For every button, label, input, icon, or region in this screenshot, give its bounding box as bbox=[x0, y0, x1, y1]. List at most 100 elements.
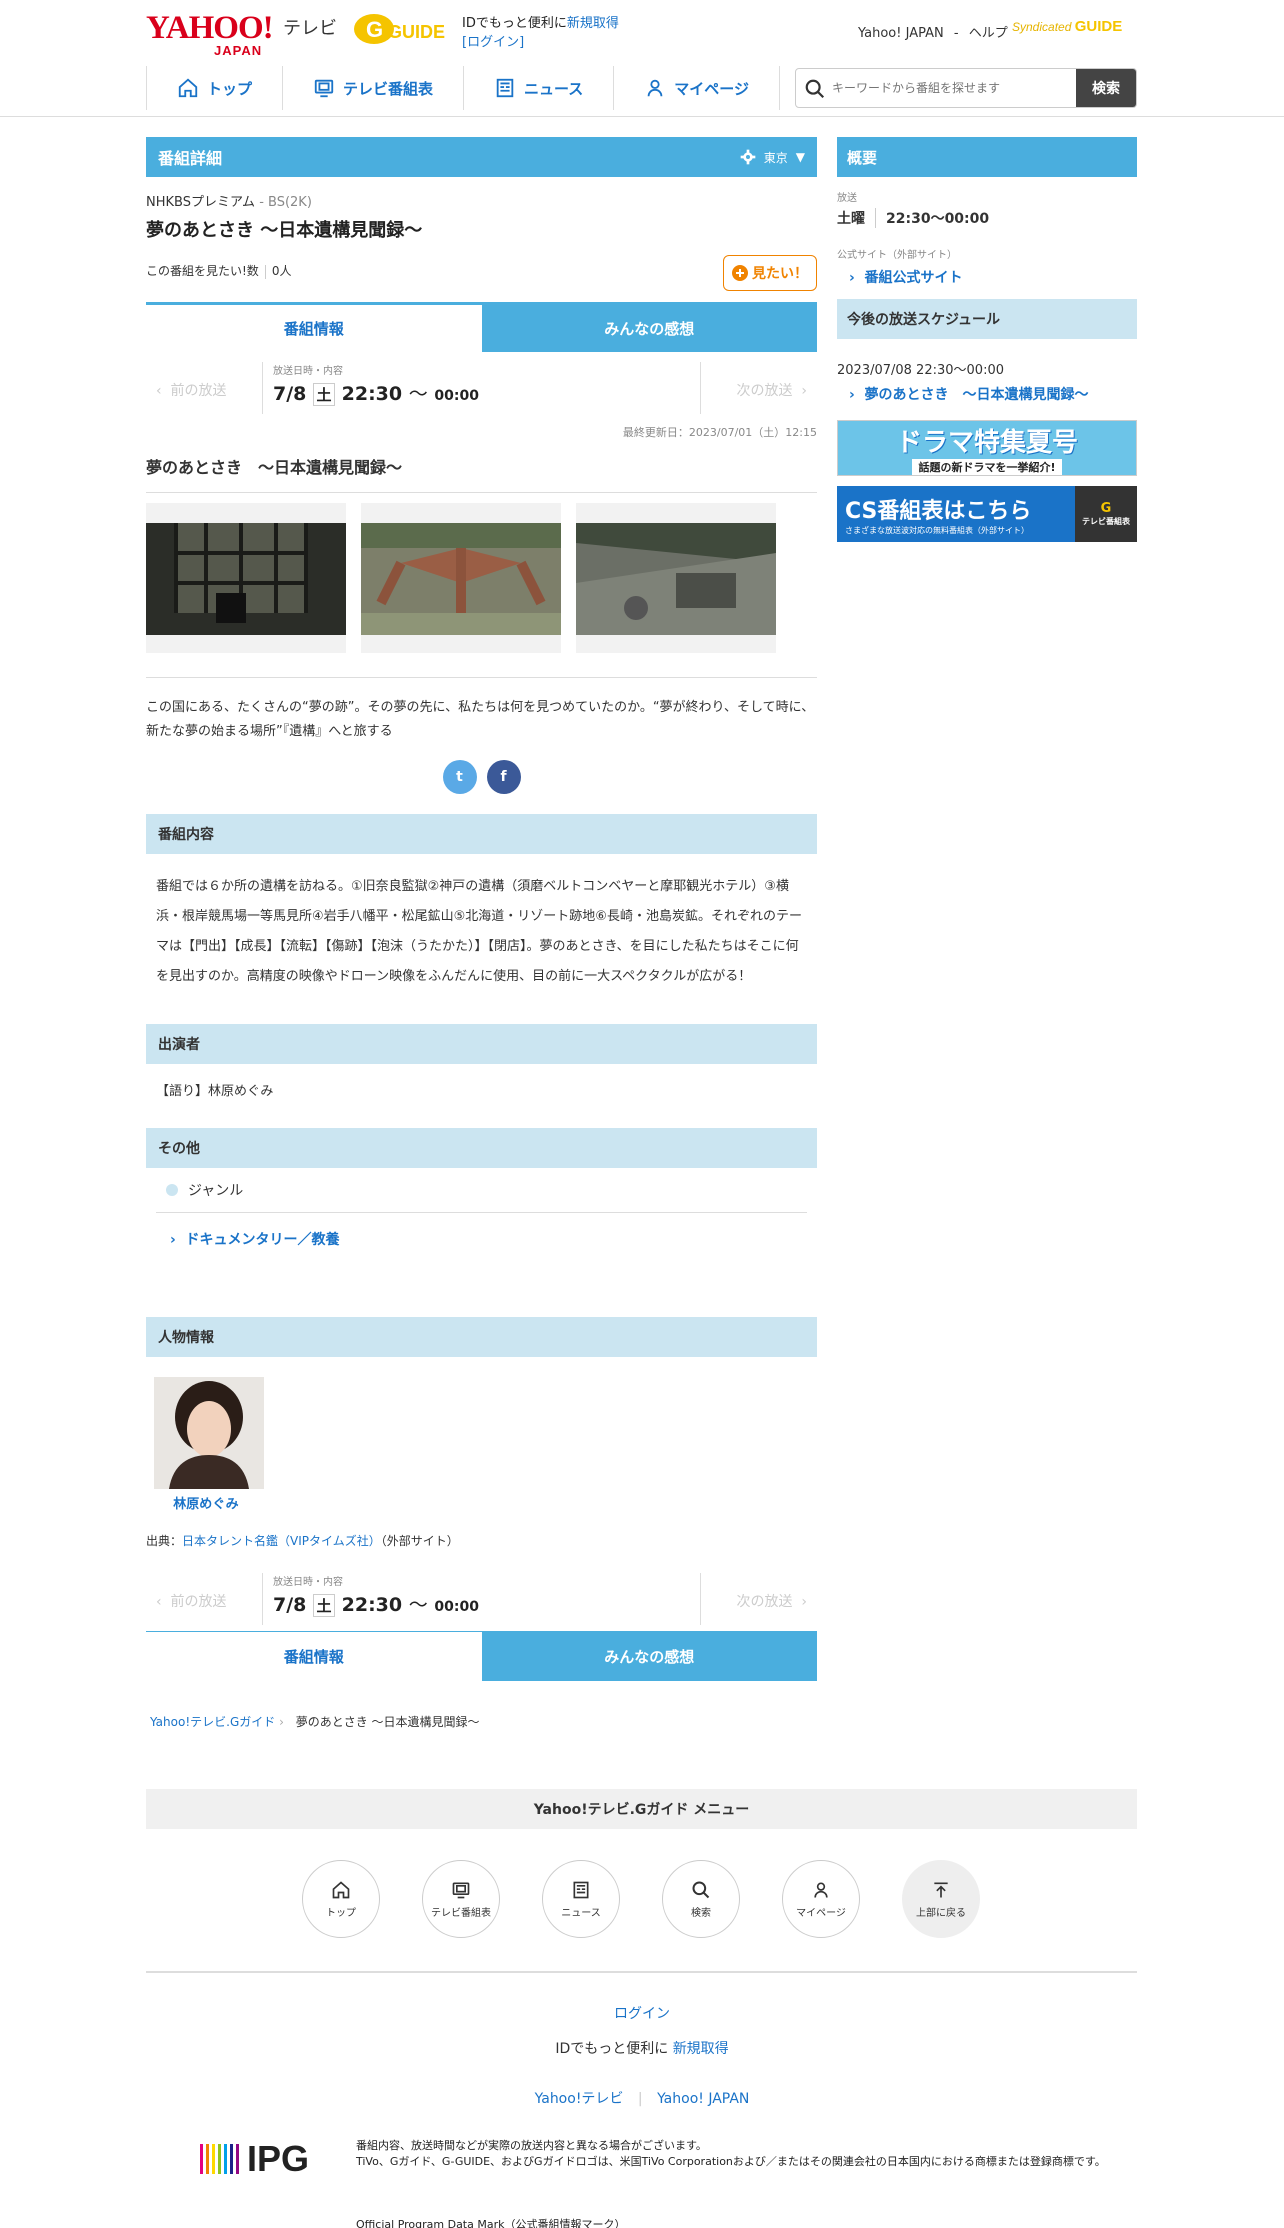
person-photo bbox=[153, 1377, 264, 1489]
tab-impressions-bottom[interactable]: みんなの感想 bbox=[481, 1632, 817, 1681]
section-content-heading: 番組内容 bbox=[146, 814, 817, 854]
thumbnail-image-3 bbox=[576, 523, 776, 635]
nav-top[interactable]: トップ bbox=[146, 66, 282, 110]
genre-link[interactable]: › ドキュメンタリー／教養 bbox=[146, 1213, 817, 1265]
chevron-left-icon: ‹ bbox=[156, 383, 162, 399]
syndicated-logo: Syndicated GUIDE bbox=[1012, 18, 1123, 35]
footer-back-to-top-button[interactable]: 上部に戻る bbox=[902, 1860, 980, 1938]
thumbnail-3[interactable] bbox=[576, 503, 776, 653]
id-promo: IDでもっと便利に新規取得 [ログイン] bbox=[462, 14, 619, 52]
prev-broadcast[interactable]: ‹ 前の放送 bbox=[156, 380, 227, 400]
login-link[interactable]: [ログイン] bbox=[462, 35, 524, 50]
cast-text: 【語り】林原めぐみ bbox=[156, 1084, 274, 1099]
facebook-icon[interactable]: f bbox=[486, 760, 521, 794]
home-icon bbox=[178, 78, 198, 98]
thumbnail-1[interactable] bbox=[146, 503, 346, 653]
user-icon bbox=[647, 79, 663, 97]
tab-program-info-bottom[interactable]: 番組情報 bbox=[146, 1632, 482, 1681]
episode-subtitle: 夢のあとさき 〜日本遺構見聞録〜 bbox=[146, 454, 817, 493]
nav-tv-guide-label: テレビ番組表 bbox=[343, 79, 434, 98]
prev-broadcast-bottom[interactable]: ‹ 前の放送 bbox=[156, 1591, 227, 1611]
section-cast-heading: 出演者 bbox=[146, 1024, 817, 1064]
thumbnail-2[interactable] bbox=[361, 503, 561, 653]
nav-mypage[interactable]: マイページ bbox=[613, 66, 780, 110]
footer-disclaimer: 番組内容、放送時間などが実際の放送内容と異なる場合がございます。 TiVo、Gガ… bbox=[356, 2139, 1106, 2168]
breadcrumb-separator-icon: › bbox=[279, 1715, 284, 1729]
summary-heading: 概要 bbox=[837, 137, 1137, 177]
broadcast-label: 放送日時・内容 bbox=[273, 366, 343, 377]
breadcrumb-current: 夢のあとさき 〜日本遺構見聞録〜 bbox=[295, 1715, 480, 1729]
svg-text:GUIDE: GUIDE bbox=[388, 22, 445, 42]
news-icon bbox=[496, 78, 514, 98]
search-button[interactable]: 検索 bbox=[1076, 69, 1136, 107]
thumbnail-image-1 bbox=[146, 523, 346, 635]
main-nav: トップ テレビ番組表 ニュース マイページ bbox=[146, 66, 780, 110]
footer-yahoo-japan-link[interactable]: Yahoo! JAPAN bbox=[657, 2091, 749, 2107]
plus-circle-icon bbox=[732, 265, 748, 281]
footer-search-button[interactable]: 検索 bbox=[662, 1860, 740, 1938]
broadcast-divider-bottom bbox=[700, 1573, 701, 1625]
footer-top-button[interactable]: トップ bbox=[302, 1860, 380, 1938]
next-broadcast[interactable]: 次の放送 › bbox=[736, 380, 807, 400]
footer-divider bbox=[146, 1971, 1137, 1973]
tab-impressions[interactable]: みんなの感想 bbox=[481, 305, 817, 352]
region-selector[interactable]: 東京 ▼ bbox=[740, 149, 805, 166]
cs-banner[interactable]: CS番組表はこちら さまざまな放送波対応の無料番組表（外部サイト） G テレビ番組… bbox=[837, 486, 1137, 542]
person-card[interactable]: 林原めぐみ bbox=[146, 1377, 266, 1512]
svg-text:G: G bbox=[366, 17, 383, 42]
signup-link[interactable]: 新規取得 bbox=[567, 16, 619, 31]
home-icon bbox=[332, 1880, 350, 1898]
nav-tv-guide[interactable]: テレビ番組表 bbox=[282, 66, 463, 110]
broadcast-nav: ‹ 前の放送 放送日時・内容 7/8 土 22:30 〜 00:00 次の放送 … bbox=[146, 360, 817, 420]
broadcast-time: 7/8 土 22:30 〜 00:00 bbox=[273, 383, 479, 406]
main-content: 番組詳細 東京 ▼ NHKBSプレミアム - BS(2K) 夢のあとさき 〜日本… bbox=[146, 137, 817, 1730]
footer-tv-guide-button[interactable]: テレビ番組表 bbox=[422, 1860, 500, 1938]
source-link[interactable]: 日本タレント名鑑（VIPタイムズ社） bbox=[182, 1534, 381, 1548]
official-site-link[interactable]: › 番組公式サイト bbox=[837, 267, 1137, 287]
header: YAHOO! JAPAN テレビ G GUIDE IDでもっと便利に新規取得 [ロ… bbox=[0, 0, 1284, 117]
footer-signup-link[interactable]: 新規取得 bbox=[673, 2041, 729, 2057]
header-links: Yahoo! JAPAN - ヘルプ bbox=[858, 22, 1008, 41]
drama-banner[interactable]: ドラマ特集夏号 話題の新ドラマを一挙紹介! bbox=[837, 420, 1137, 476]
breadcrumb-home[interactable]: Yahoo!テレビ.Gガイド bbox=[150, 1715, 275, 1729]
broadcast-label-side: 放送 bbox=[837, 193, 857, 204]
footer-news-button[interactable]: ニュース bbox=[542, 1860, 620, 1938]
search-box: 検索 bbox=[795, 68, 1137, 108]
footer-menu-heading: Yahoo!テレビ.Gガイド メニュー bbox=[146, 1789, 1137, 1829]
broadcast-divider bbox=[700, 362, 701, 414]
share-buttons: t f bbox=[146, 760, 817, 794]
id-text: IDでもっと便利に bbox=[462, 16, 567, 31]
cs-banner-sub: さまざまな放送波対応の無料番組表（外部サイト） bbox=[845, 525, 1029, 535]
want-count: 0人 bbox=[271, 264, 292, 278]
last-updated: 最終更新日：2023/07/01（土）12:15 bbox=[622, 426, 817, 439]
tv-logo-text[interactable]: テレビ bbox=[283, 14, 337, 40]
tv-icon bbox=[452, 1882, 470, 1898]
broadcast-nav-bottom: ‹ 前の放送 放送日時・内容 7/8 土 22:30 〜 00:00 次の放送 … bbox=[146, 1571, 817, 1631]
yahoo-japan-link[interactable]: Yahoo! JAPAN bbox=[858, 26, 944, 41]
footer-login-link[interactable]: ログイン bbox=[614, 2006, 670, 2022]
footer-links: Yahoo!テレビ | Yahoo! JAPAN bbox=[534, 2091, 750, 2107]
sidebar: 概要 放送 土曜 22:30〜00:00 公式サイト（外部サイト） › 番組公式サ… bbox=[837, 137, 1137, 542]
schedule-heading: 今後の放送スケジュール bbox=[837, 299, 1137, 339]
g-guide-logo[interactable]: G GUIDE bbox=[352, 12, 448, 46]
nav-news[interactable]: ニュース bbox=[463, 66, 613, 110]
want-button-label: 見たい！ bbox=[752, 266, 808, 282]
want-button[interactable]: 見たい！ bbox=[723, 255, 817, 291]
tab-program-info[interactable]: 番組情報 bbox=[146, 305, 482, 352]
twitter-icon[interactable]: t bbox=[442, 760, 477, 794]
schedule-link[interactable]: › 夢のあとさき 〜日本遺構見聞録〜 bbox=[837, 384, 1137, 404]
tab-bar-top: 番組情報 みんなの感想 bbox=[146, 302, 817, 352]
arrow-up-icon bbox=[934, 1882, 948, 1897]
want-row: この番組を見たい!数 0人 見たい！ bbox=[146, 255, 817, 291]
section-person-heading: 人物情報 bbox=[146, 1317, 817, 1357]
next-broadcast-bottom[interactable]: 次の放送 › bbox=[736, 1591, 807, 1611]
ipg-bars-icon bbox=[200, 2144, 239, 2174]
footer-mypage-button[interactable]: マイページ bbox=[782, 1860, 860, 1938]
footer-yahoo-tv-link[interactable]: Yahoo!テレビ bbox=[535, 2091, 624, 2107]
channel: NHKBSプレミアム - BS(2K) bbox=[146, 191, 817, 210]
search-input[interactable] bbox=[832, 69, 1072, 107]
channel-sub: - BS(2K) bbox=[259, 195, 312, 210]
detail-header: 番組詳細 東京 ▼ bbox=[146, 137, 817, 177]
help-link[interactable]: ヘルプ bbox=[969, 26, 1008, 41]
yahoo-japan-logo[interactable]: YAHOO! JAPAN bbox=[146, 12, 274, 59]
